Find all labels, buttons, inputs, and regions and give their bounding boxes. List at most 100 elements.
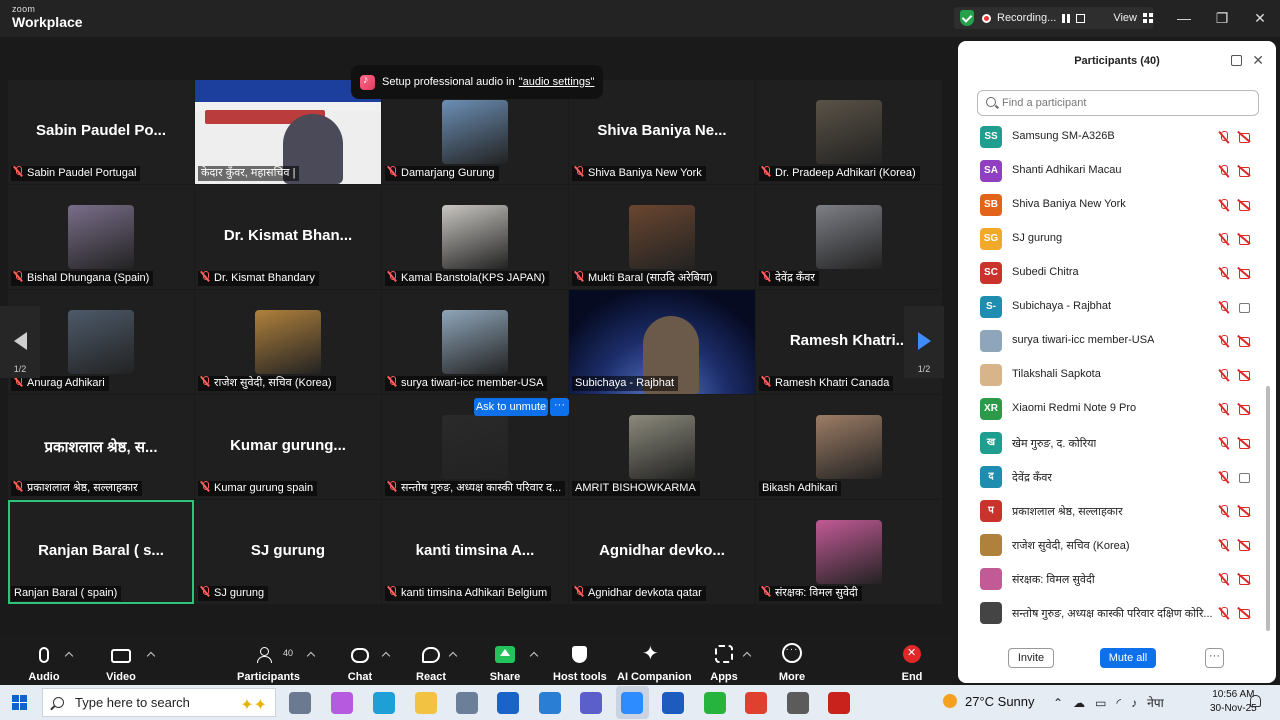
participant-row[interactable]: S- Subichaya - Rajbhat: [958, 290, 1264, 324]
video-tile[interactable]: Bikash Adhikari: [756, 395, 942, 499]
outlook-icon[interactable]: [497, 692, 519, 714]
invite-button[interactable]: Invite: [1008, 648, 1054, 668]
cloud-icon[interactable]: ☁: [1073, 696, 1085, 710]
volume-icon[interactable]: ♪: [1131, 696, 1137, 710]
video-tile[interactable]: AMRIT BISHOWKARMA: [569, 395, 755, 499]
zoom-icon[interactable]: [621, 692, 643, 714]
wifi-icon[interactable]: ◜: [1116, 696, 1121, 710]
settings-icon[interactable]: [787, 692, 809, 714]
video-tile[interactable]: संरक्षक: विमल सुवेदी: [756, 500, 942, 604]
file-explorer-icon[interactable]: [415, 692, 437, 714]
windows-start-icon[interactable]: [12, 695, 27, 710]
share-label: Share: [489, 671, 521, 683]
pause-recording-icon[interactable]: [1062, 13, 1071, 23]
close-window-button[interactable]: ✕: [1250, 8, 1270, 28]
tile-name-text: Kumar gurung spain: [214, 482, 314, 494]
chat-button[interactable]: Chat: [342, 637, 378, 685]
apps-options-caret-icon[interactable]: [744, 651, 752, 659]
participant-row[interactable]: SB Shiva Baniya New York: [958, 188, 1264, 222]
mail-icon[interactable]: [456, 692, 478, 714]
video-tile[interactable]: surya tiwari-icc member-USA: [382, 290, 568, 394]
more-button[interactable]: ··· More: [774, 637, 810, 685]
system-tray[interactable]: ⌃ ☁ ▭ ◜ ♪ नेपा: [1053, 694, 1164, 711]
video-tile[interactable]: Kumar gurung... Kumar gurung spain: [195, 395, 381, 499]
close-panel-icon[interactable]: ✕: [1252, 52, 1264, 69]
word-icon[interactable]: [662, 692, 684, 714]
chrome-icon[interactable]: [745, 692, 767, 714]
participant-row[interactable]: SC Subedi Chitra: [958, 256, 1264, 290]
participant-row[interactable]: संरक्षक: विमल सुवेदी: [958, 562, 1264, 596]
participant-row[interactable]: द देवेंद्र कँवर: [958, 460, 1264, 494]
chat-options-caret-icon[interactable]: [383, 651, 391, 659]
ask-to-unmute-button[interactable]: Ask to unmute: [474, 398, 548, 416]
audio-options-caret-icon[interactable]: [66, 651, 74, 659]
video-tile[interactable]: Bishal Dhungana (Spain): [8, 185, 194, 289]
video-tile[interactable]: Sabin Paudel Po... Sabin Paudel Portugal: [8, 80, 194, 184]
participant-row[interactable]: राजेश सुवेदी, सचिव (Korea): [958, 528, 1264, 562]
participant-row[interactable]: SS Samsung SM-A326B: [958, 120, 1264, 154]
view-button[interactable]: View: [1113, 12, 1137, 24]
participant-row[interactable]: XR Xiaomi Redmi Note 9 Pro: [958, 392, 1264, 426]
audio-button[interactable]: Audio: [24, 637, 64, 685]
taskbar-search-input[interactable]: Type here to search ✦✦: [42, 688, 276, 717]
weather-widget[interactable]: 27°C Sunny: [943, 694, 1035, 709]
video-tile[interactable]: Dr. Kismat Bhan... Dr. Kismat Bhandary: [195, 185, 381, 289]
react-button[interactable]: React: [412, 637, 450, 685]
react-options-caret-icon[interactable]: [450, 651, 458, 659]
copilot-icon[interactable]: [331, 692, 353, 714]
previous-page-button[interactable]: 1/2: [0, 306, 40, 378]
video-tile[interactable]: Subichaya - Rajbhat: [569, 290, 755, 394]
popout-icon[interactable]: [1231, 55, 1242, 66]
ie-icon[interactable]: [539, 692, 561, 714]
participant-row[interactable]: surya tiwari-icc member-USA: [958, 324, 1264, 358]
stop-recording-icon[interactable]: [1076, 13, 1086, 23]
video-tile[interactable]: प्रकाशलाल श्रेष्ठ, स... प्रकाशलाल श्रेष्ठ…: [8, 395, 194, 499]
participant-list-scrollbar[interactable]: [1266, 386, 1270, 631]
video-options-caret-icon[interactable]: [148, 651, 156, 659]
host-tools-button[interactable]: Host tools: [553, 637, 607, 685]
network-icon[interactable]: ▭: [1095, 696, 1106, 710]
tile-more-button[interactable]: ···: [550, 398, 569, 416]
tray-chevron-icon[interactable]: ⌃: [1053, 696, 1063, 710]
video-tile[interactable]: Agnidhar devko... Agnidhar devkota qatar: [569, 500, 755, 604]
participant-row[interactable]: सन्तोष गुरुङ, अध्यक्ष कास्की परिवार दक्ष…: [958, 596, 1264, 630]
task-view-icon[interactable]: [289, 692, 311, 714]
next-page-button[interactable]: 1/2: [904, 306, 944, 378]
participant-search-input[interactable]: Find a participant: [977, 90, 1259, 116]
ai-companion-button[interactable]: AI Companion: [617, 637, 692, 685]
end-meeting-button[interactable]: End: [894, 637, 930, 685]
share-button[interactable]: Share: [487, 637, 523, 685]
audio-settings-link[interactable]: "audio settings": [519, 76, 595, 88]
video-tile[interactable]: kanti timsina A... kanti timsina Adhikari…: [382, 500, 568, 604]
participant-row[interactable]: Tilakshali Sapkota: [958, 358, 1264, 392]
video-tile[interactable]: देवेंद्र कँवर: [756, 185, 942, 289]
restore-button[interactable]: ❐: [1212, 8, 1232, 28]
video-tile[interactable]: Ranjan Baral ( s... Ranjan Baral ( spain): [8, 500, 194, 604]
minimize-button[interactable]: —: [1174, 8, 1194, 28]
chat-icon: [351, 648, 369, 663]
participants-button[interactable]: Participants: [237, 637, 300, 685]
video-tile[interactable]: Mukti Baral (साउदि अरेबिया): [569, 185, 755, 289]
apps-button[interactable]: Apps: [706, 637, 742, 685]
panel-more-button[interactable]: ···: [1205, 648, 1224, 668]
participants-options-caret-icon[interactable]: [308, 651, 316, 659]
participant-row[interactable]: SG SJ gurung: [958, 222, 1264, 256]
notification-bell-icon[interactable]: [1250, 695, 1261, 707]
whatsapp-icon[interactable]: [704, 692, 726, 714]
security-shield-icon[interactable]: [960, 10, 974, 26]
participant-row[interactable]: प प्रकाशलाल श्रेष्ठ, सल्लाहकार: [958, 494, 1264, 528]
acrobat-icon[interactable]: [828, 692, 850, 714]
video-button[interactable]: Video: [101, 637, 141, 685]
share-options-caret-icon[interactable]: [531, 651, 539, 659]
video-tile[interactable]: Kamal Banstola(KPS JAPAN): [382, 185, 568, 289]
participant-row[interactable]: SA Shanti Adhikari Macau: [958, 154, 1264, 188]
mute-all-button[interactable]: Mute all: [1100, 648, 1156, 668]
participant-row[interactable]: ख खेम गुरुङ, द. कोरिया: [958, 426, 1264, 460]
teams-icon[interactable]: [580, 692, 602, 714]
video-tile[interactable]: राजेश सुवेदी, सचिव (Korea): [195, 290, 381, 394]
edge-icon[interactable]: [373, 692, 395, 714]
grid-view-icon[interactable]: [1142, 13, 1153, 23]
video-tile[interactable]: Dr. Pradeep Adhikari (Korea): [756, 80, 942, 184]
input-language[interactable]: नेपा: [1147, 696, 1164, 710]
video-tile[interactable]: SJ gurung SJ gurung: [195, 500, 381, 604]
